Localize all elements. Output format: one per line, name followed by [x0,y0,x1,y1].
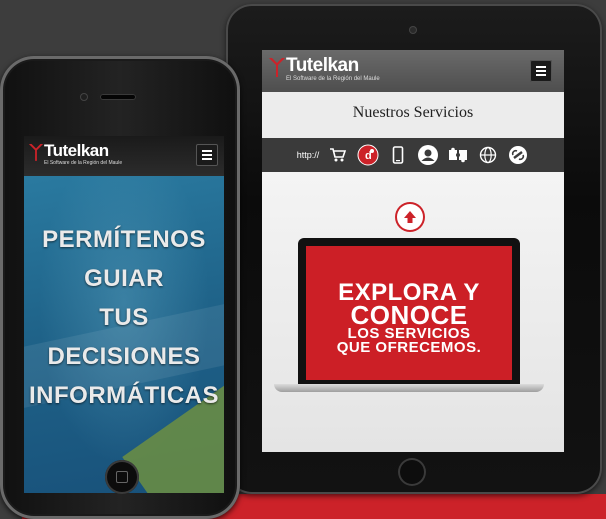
mobile-icon[interactable] [387,144,409,166]
phone-hero: PERMÍTENOS GUIAR TUS DECISIONES INFORMÁT… [24,176,224,493]
banner-line-4: QUE OFRECEMOS. [336,339,482,356]
phone-speaker [100,94,136,100]
hero-line-2: GUIAR [84,265,164,292]
link-icon[interactable] [507,144,529,166]
tablet-screen: Tutelkan El Software de la Región del Ma… [262,50,564,452]
phone-menu-button[interactable] [196,144,218,166]
phone-logo[interactable]: Tutelkan El Software de la Región del Ma… [28,142,122,166]
services-icon-bar: http:// d [262,138,564,172]
d-badge-icon[interactable]: d [357,144,379,166]
puzzle-icon[interactable] [447,144,469,166]
brand-name: Tutelkan [286,55,359,76]
hamburger-icon [536,66,546,68]
phone-header: Tutelkan El Software de la Región del Ma… [24,136,224,176]
hero-line-5: INFORMÁTICAS [29,382,219,409]
scroll-up-button[interactable] [397,204,423,230]
brand-tagline: El Software de la Región del Maule [286,76,380,82]
tutelkan-logo-icon [28,144,44,161]
tablet-header: Tutelkan El Software de la Región del Ma… [262,50,564,92]
hero-line-4: DECISIONES [47,343,201,370]
phone-screen: Tutelkan El Software de la Región del Ma… [24,136,224,493]
tablet-menu-button[interactable] [530,60,552,82]
phone-home-button [105,460,139,494]
tablet-device: Tutelkan El Software de la Región del Ma… [226,4,602,494]
cart-icon[interactable] [327,144,349,166]
phone-camera [80,93,88,101]
hero-line-3: TUS [99,304,149,331]
globe-icon[interactable] [477,144,499,166]
hamburger-icon [202,150,212,152]
brand-name: Tutelkan [44,141,109,160]
user-icon[interactable] [417,144,439,166]
tablet-logo[interactable]: Tutelkan El Software de la Región del Ma… [268,56,380,82]
laptop-base [274,384,544,392]
tutelkan-logo-icon [269,58,285,77]
brand-tagline: El Software de la Región del Maule [44,160,123,166]
hero-line-1: PERMÍTENOS [42,226,206,253]
phone-device: Tutelkan El Software de la Región del Ma… [0,56,240,519]
arrow-up-icon [404,211,416,223]
tablet-home-button [398,458,426,486]
laptop-banner[interactable]: EXPLORA Y CONOCE LOS SERVICIOS QUE OFREC… [306,246,512,380]
tablet-camera [409,26,417,34]
http-icon[interactable]: http:// [297,144,320,166]
services-title: Nuestros Servicios [352,104,474,121]
